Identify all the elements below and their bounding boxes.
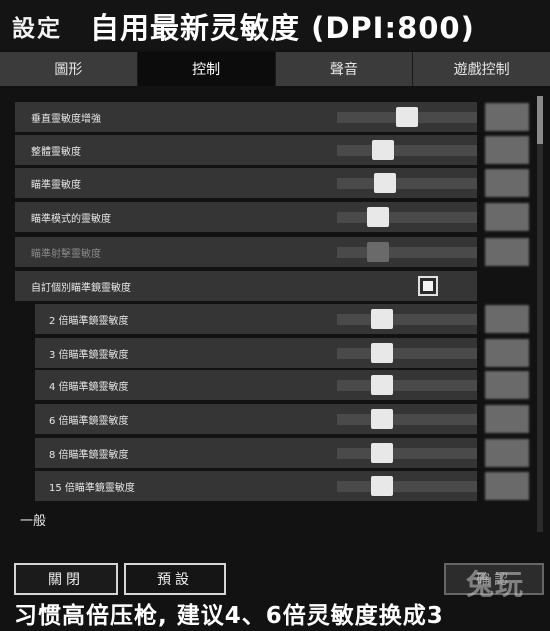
- sensitivity-value-field[interactable]: [485, 305, 529, 333]
- sensitivity-slider-thumb[interactable]: [370, 309, 393, 329]
- tab-audio[interactable]: 聲音: [275, 52, 414, 86]
- tab-graphics[interactable]: 圖形: [0, 52, 138, 86]
- sensitivity-slider-thumb[interactable]: [372, 140, 395, 160]
- sensitivity-slider-track[interactable]: [337, 348, 477, 359]
- preset-button[interactable]: 預設: [124, 563, 226, 595]
- settings-title: 設定: [12, 16, 62, 42]
- scrollbar[interactable]: [537, 96, 543, 532]
- setting-row: 3 倍瞄準鏡靈敏度: [35, 338, 529, 368]
- settings-panel: 垂直靈敏度增強 整體靈敏度瞄準靈敏度瞄準模式的靈敏度 瞄準射擊靈敏度自訂個別瞄準鏡靈…: [15, 88, 545, 534]
- sensitivity-slider-thumb[interactable]: [396, 107, 418, 127]
- sensitivity-value-field[interactable]: [485, 371, 529, 399]
- setting-label: 整體靈敏度: [31, 146, 81, 158]
- setting-label: 15 倍瞄準鏡靈敏度: [49, 482, 135, 494]
- watermark-logo: 兔玩: [466, 568, 525, 601]
- setting-row: 瞄準靈敏度: [15, 168, 529, 198]
- header-bar: 設定 自用最新灵敏度 (DPI:800): [0, 0, 550, 50]
- setting-row: 2 倍瞄準鏡靈敏度: [35, 304, 529, 334]
- sensitivity-slider-thumb[interactable]: [370, 375, 393, 395]
- setting-row: 瞄準模式的靈敏度: [15, 202, 529, 232]
- setting-row: 8 倍瞄準鏡靈敏度: [35, 438, 529, 468]
- sensitivity-slider-track[interactable]: [337, 380, 477, 391]
- setting-row: 6 倍瞄準鏡靈敏度: [35, 404, 529, 434]
- section-label-general: 一般: [20, 514, 47, 529]
- setting-row: 瞄準射擊靈敏度: [15, 237, 529, 267]
- sensitivity-slider-track[interactable]: [337, 212, 477, 223]
- setting-label: 自訂個別瞄準鏡靈敏度: [31, 282, 131, 294]
- sensitivity-value-field[interactable]: [485, 136, 529, 164]
- sensitivity-slider-track[interactable]: [337, 247, 477, 258]
- sensitivity-slider-track[interactable]: [337, 414, 477, 425]
- tab-controls[interactable]: 控制: [137, 52, 276, 86]
- sensitivity-value-field[interactable]: [485, 203, 529, 231]
- sensitivity-slider-thumb[interactable]: [366, 207, 389, 227]
- sensitivity-slider-track[interactable]: [337, 314, 477, 325]
- setting-row: 15 倍瞄準鏡靈敏度: [35, 471, 529, 501]
- sensitivity-slider-track[interactable]: [337, 178, 477, 189]
- sensitivity-value-field[interactable]: [485, 439, 529, 467]
- sensitivity-slider-thumb[interactable]: [370, 476, 393, 496]
- sensitivity-slider-thumb[interactable]: [373, 173, 396, 193]
- setting-label: 瞄準模式的靈敏度: [31, 213, 111, 225]
- sensitivity-slider-track[interactable]: [337, 481, 477, 492]
- scrollbar-thumb[interactable]: [537, 96, 543, 144]
- sensitivity-value-field[interactable]: [485, 238, 529, 266]
- setting-row: 垂直靈敏度增強: [15, 102, 529, 132]
- tab-bar: 圖形 控制 聲音 遊戲控制: [0, 52, 550, 86]
- sensitivity-value-field[interactable]: [485, 472, 529, 500]
- setting-label: 3 倍瞄準鏡靈敏度: [49, 349, 129, 361]
- tab-game-controls[interactable]: 遊戲控制: [413, 52, 550, 86]
- setting-row: 4 倍瞄準鏡靈敏度: [35, 370, 529, 400]
- sensitivity-value-field[interactable]: [485, 339, 529, 367]
- sensitivity-slider-thumb[interactable]: [370, 443, 393, 463]
- sensitivity-value-field[interactable]: [485, 405, 529, 433]
- sensitivity-value-field[interactable]: [485, 103, 529, 131]
- setting-label: 2 倍瞄準鏡靈敏度: [49, 315, 129, 327]
- sensitivity-slider-thumb[interactable]: [370, 409, 393, 429]
- video-caption: 习惯高倍压枪, 建议4、6倍灵敏度换成3: [14, 603, 444, 629]
- sensitivity-slider-track[interactable]: [337, 448, 477, 459]
- sensitivity-slider-thumb[interactable]: [370, 343, 393, 363]
- sensitivity-value-field[interactable]: [485, 169, 529, 197]
- checkbox-check-icon: [423, 281, 433, 291]
- setting-label: 8 倍瞄準鏡靈敏度: [49, 449, 129, 461]
- scope-sensitivity-checkbox[interactable]: [418, 276, 438, 296]
- setting-row: 整體靈敏度: [15, 135, 529, 165]
- sensitivity-slider-thumb[interactable]: [366, 242, 389, 262]
- setting-label: 瞄準射擊靈敏度: [31, 248, 101, 260]
- setting-label: 瞄準靈敏度: [31, 179, 81, 191]
- setting-label: 6 倍瞄準鏡靈敏度: [49, 415, 129, 427]
- overlay-title: 自用最新灵敏度 (DPI:800): [90, 11, 475, 45]
- setting-row: 自訂個別瞄準鏡靈敏度: [15, 271, 477, 301]
- close-button[interactable]: 關閉: [14, 563, 118, 595]
- setting-label: 垂直靈敏度增強: [31, 113, 101, 125]
- setting-label: 4 倍瞄準鏡靈敏度: [49, 381, 129, 393]
- sensitivity-slider-track[interactable]: [337, 145, 477, 156]
